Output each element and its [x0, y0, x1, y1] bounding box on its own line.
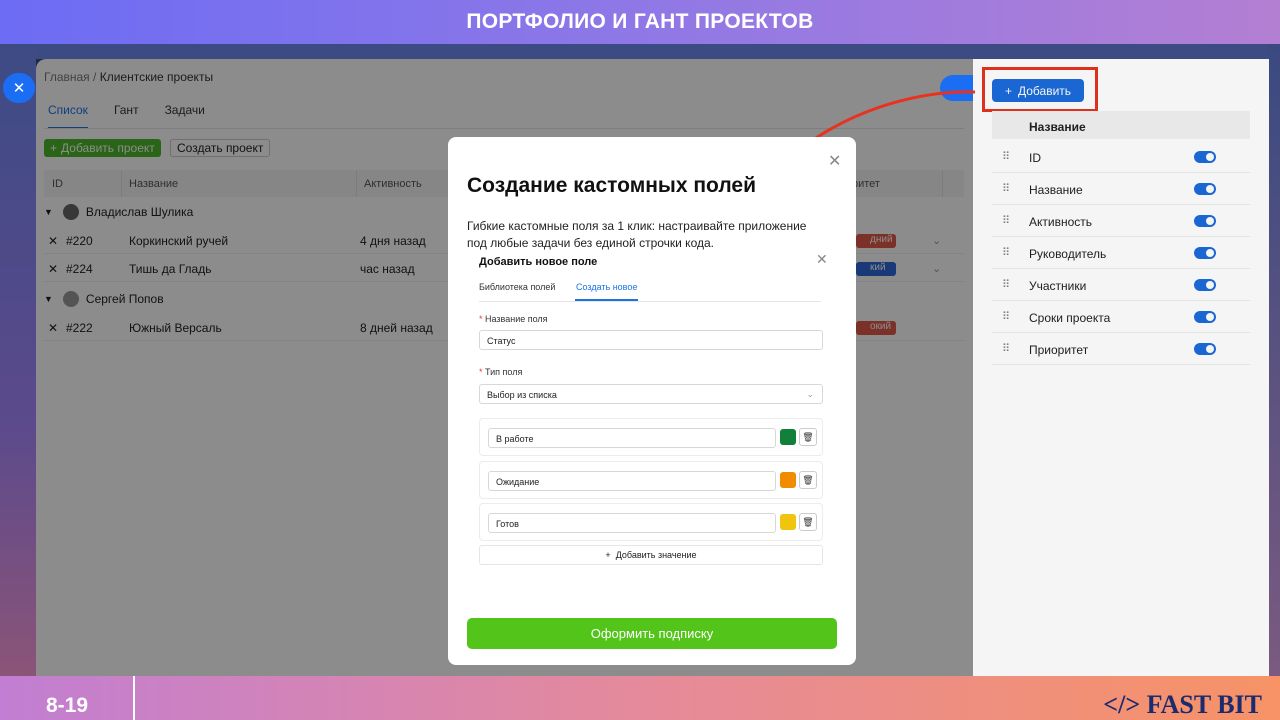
trash-icon[interactable]: 🗑: [799, 513, 817, 531]
tab-create-new[interactable]: Создать новое: [576, 282, 637, 292]
trash-icon[interactable]: 🗑: [799, 471, 817, 489]
tabs-divider: [479, 301, 821, 302]
field-name-input[interactable]: Статус: [479, 330, 823, 350]
background-top: [36, 44, 1269, 59]
trash-icon[interactable]: 🗑: [799, 428, 817, 446]
option-row: Готов 🗑: [479, 503, 823, 541]
add-field-form: Добавить новое поле ✕ Библиотека полей С…: [467, 245, 837, 575]
page-number: 8-19: [46, 694, 89, 717]
form-title: Добавить новое поле: [479, 256, 598, 268]
tab-field-library[interactable]: Библиотека полей: [479, 282, 555, 292]
custom-fields-modal: ✕ Создание кастомных полей Гибкие кастом…: [448, 137, 856, 665]
close-icon[interactable]: ✕: [828, 151, 841, 171]
panel-tint: [973, 59, 1269, 676]
option-input[interactable]: В работе: [488, 428, 776, 448]
option-row: Ожидание 🗑: [479, 461, 823, 499]
chevron-down-icon: ⌄: [806, 389, 814, 399]
color-swatch[interactable]: [780, 429, 796, 445]
modal-title: Создание кастомных полей: [467, 174, 757, 197]
option-input[interactable]: Готов: [488, 513, 776, 533]
background-right: [1269, 44, 1280, 676]
field-name-label: * Название поля: [479, 314, 548, 324]
bottom-banner: 8-19 </> FAST BIT: [0, 676, 1280, 720]
field-type-label: * Тип поля: [479, 367, 523, 377]
option-row: В работе 🗑: [479, 418, 823, 456]
top-banner: ПОРТФОЛИО И ГАНТ ПРОЕКТОВ: [0, 0, 1280, 44]
plus-icon: +: [605, 550, 611, 560]
brand-logo: </> FAST BIT: [1103, 690, 1262, 719]
banner-title: ПОРТФОЛИО И ГАНТ ПРОЕКТОВ: [466, 10, 814, 33]
close-icon[interactable]: ✕: [816, 251, 828, 268]
background-left: [0, 44, 36, 676]
subscribe-button[interactable]: Оформить подписку: [467, 618, 837, 649]
add-value-button[interactable]: + Добавить значение: [479, 545, 823, 565]
color-swatch[interactable]: [780, 514, 796, 530]
close-icon[interactable]: ✕: [3, 73, 35, 103]
field-type-select[interactable]: Выбор из списка ⌄: [479, 384, 823, 404]
color-swatch[interactable]: [780, 472, 796, 488]
option-input[interactable]: Ожидание: [488, 471, 776, 491]
